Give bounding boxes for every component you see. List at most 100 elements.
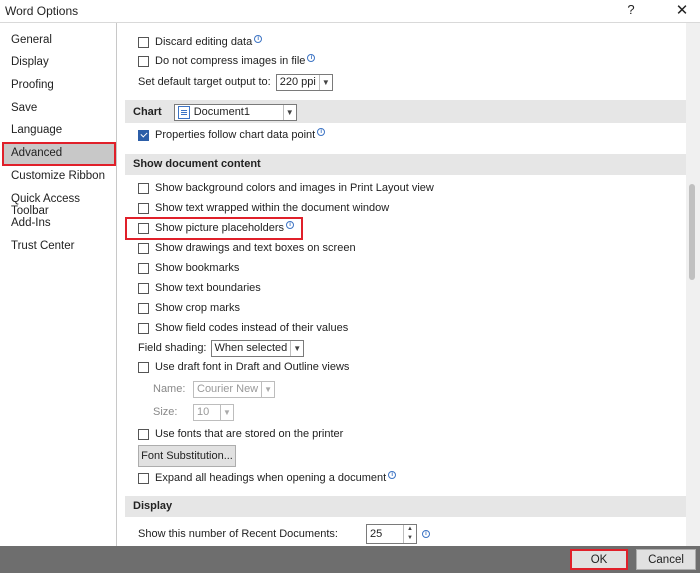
chevron-down-icon: ▼ — [318, 74, 332, 90]
show-crop-marks-label: Show crop marks — [155, 302, 240, 314]
draft-font-name-label: Name: — [153, 383, 186, 395]
sidebar-item-save[interactable]: Save — [3, 98, 115, 120]
window-title: Word Options — [5, 4, 79, 18]
show-drawings-option[interactable]: Show drawings and text boxes on screen — [138, 239, 356, 257]
recent-documents-spinner[interactable]: 25 ▲ ▼ — [366, 524, 417, 544]
properties-follow-label: Properties follow chart data point — [155, 129, 316, 141]
field-shading-label: Field shading: — [138, 342, 207, 354]
sidebar-item-display[interactable]: Display — [3, 52, 115, 74]
scrollbar-thumb[interactable] — [689, 184, 695, 280]
draft-font-name-value: Courier New — [197, 383, 259, 395]
show-bookmarks-checkbox[interactable] — [138, 262, 149, 274]
expand-headings-label: Expand all headings when opening a docum… — [155, 472, 387, 484]
draft-font-size-select[interactable]: 10 ▼ — [193, 403, 234, 421]
show-text-boundaries-option[interactable]: Show text boundaries — [138, 279, 261, 297]
spin-down-icon[interactable]: ▼ — [404, 534, 416, 543]
draft-font-size-row: Size: 10 ▼ — [153, 402, 234, 422]
show-background-colors-label: Show background colors and images in Pri… — [155, 182, 434, 194]
show-bookmarks-option[interactable]: Show bookmarks — [138, 259, 239, 277]
show-text-wrapped-label: Show text wrapped within the document wi… — [155, 202, 390, 214]
chevron-down-icon: ▼ — [282, 104, 296, 120]
default-output-select[interactable]: 220 ppi ▼ — [275, 73, 333, 91]
sidebar-item-trust-center[interactable]: Trust Center — [3, 236, 115, 258]
draft-font-name-select[interactable]: Courier New ▼ — [193, 380, 276, 398]
do-not-compress-option[interactable]: Do not compress images in file i — [138, 52, 316, 70]
help-button[interactable]: ? — [624, 2, 638, 17]
show-picture-placeholders-checkbox[interactable] — [138, 222, 149, 234]
show-crop-marks-option[interactable]: Show crop marks — [138, 299, 240, 317]
do-not-compress-checkbox[interactable] — [138, 55, 149, 67]
chart-section-header: Chart Document1 ▼ — [125, 100, 686, 123]
show-background-colors-option[interactable]: Show background colors and images in Pri… — [138, 179, 434, 197]
chart-document-value: Document1 — [193, 106, 250, 118]
sidebar-item-general[interactable]: General — [3, 30, 115, 52]
printer-fonts-checkbox[interactable] — [138, 428, 149, 440]
title-bar: Word Options ? ✕ — [0, 0, 700, 22]
info-icon: i — [286, 220, 295, 229]
show-text-wrapped-checkbox[interactable] — [138, 202, 149, 214]
expand-headings-checkbox[interactable] — [138, 472, 149, 484]
field-shading-select[interactable]: When selected ▼ — [210, 339, 305, 357]
show-text-boundaries-label: Show text boundaries — [155, 282, 261, 294]
show-picture-placeholders-label: Show picture placeholders — [155, 222, 285, 234]
dialog-footer: OK Cancel — [0, 546, 700, 573]
show-field-codes-checkbox[interactable] — [138, 322, 149, 334]
display-section-header: Display — [125, 496, 686, 517]
close-icon[interactable]: ✕ — [674, 1, 690, 19]
info-icon: i — [388, 470, 397, 479]
show-picture-placeholders-option[interactable]: Show picture placeholders i — [138, 219, 295, 237]
chart-section-label: Chart — [133, 106, 162, 118]
info-icon: i — [422, 530, 430, 538]
recent-documents-value[interactable]: 25 — [367, 525, 403, 543]
word-document-icon — [177, 105, 190, 119]
draft-font-name-row: Name: Courier New ▼ — [153, 379, 276, 399]
show-field-codes-option[interactable]: Show field codes instead of their values — [138, 319, 348, 337]
draft-font-option[interactable]: Use draft font in Draft and Outline view… — [138, 358, 349, 376]
chevron-down-icon: ▼ — [220, 404, 233, 420]
discard-editing-data-option[interactable]: Discard editing data i — [138, 33, 263, 51]
spinner-buttons: ▲ ▼ — [403, 525, 416, 543]
properties-follow-option[interactable]: Properties follow chart data point i — [138, 126, 326, 144]
draft-font-label: Use draft font in Draft and Outline view… — [155, 361, 350, 373]
info-icon: i — [254, 34, 263, 43]
show-document-content-header: Show document content — [125, 154, 686, 175]
vertical-scrollbar[interactable] — [686, 23, 700, 546]
printer-fonts-option[interactable]: Use fonts that are stored on the printer — [138, 425, 343, 443]
sidebar-item-quick-access-toolbar[interactable]: Quick Access Toolbar — [3, 189, 115, 217]
sidebar-item-customize-ribbon[interactable]: Customize Ribbon — [3, 166, 115, 188]
show-field-codes-label: Show field codes instead of their values — [155, 322, 349, 334]
field-shading-value: When selected — [214, 342, 288, 354]
field-shading-row: Field shading: When selected ▼ — [138, 338, 305, 358]
spin-up-icon[interactable]: ▲ — [404, 525, 416, 534]
show-text-boundaries-checkbox[interactable] — [138, 282, 149, 294]
properties-follow-checkbox[interactable] — [138, 129, 149, 141]
sidebar-item-add-ins[interactable]: Add-Ins — [3, 213, 115, 235]
printer-fonts-label: Use fonts that are stored on the printer — [155, 428, 344, 440]
show-drawings-label: Show drawings and text boxes on screen — [155, 242, 356, 254]
discard-editing-data-label: Discard editing data — [155, 36, 253, 48]
info-icon: i — [307, 53, 316, 62]
discard-editing-data-checkbox[interactable] — [138, 36, 149, 48]
default-output-value: 220 ppi — [279, 76, 316, 88]
recent-documents-row: Show this number of Recent Documents: 25… — [138, 523, 430, 545]
chart-document-select[interactable]: Document1 ▼ — [173, 103, 297, 121]
sidebar-item-language[interactable]: Language — [3, 120, 115, 142]
show-bookmarks-label: Show bookmarks — [155, 262, 240, 274]
sidebar-item-proofing[interactable]: Proofing — [3, 75, 115, 97]
show-crop-marks-checkbox[interactable] — [138, 302, 149, 314]
do-not-compress-label: Do not compress images in file — [155, 55, 306, 67]
expand-headings-option[interactable]: Expand all headings when opening a docum… — [138, 469, 397, 487]
ok-button[interactable]: OK — [570, 549, 628, 570]
options-content: Discard editing data i Do not compress i… — [118, 23, 686, 546]
cancel-button[interactable]: Cancel — [636, 549, 696, 570]
show-drawings-checkbox[interactable] — [138, 242, 149, 254]
chevron-down-icon: ▼ — [290, 340, 303, 356]
draft-font-checkbox[interactable] — [138, 361, 149, 373]
show-text-wrapped-option[interactable]: Show text wrapped within the document wi… — [138, 199, 389, 217]
default-output-row: Set default target output to: 220 ppi ▼ — [138, 72, 333, 92]
chevron-down-icon: ▼ — [261, 381, 274, 397]
font-substitution-button[interactable]: Font Substitution... — [138, 445, 236, 467]
show-background-colors-checkbox[interactable] — [138, 182, 149, 194]
font-substitution-row: Font Substitution... — [138, 445, 236, 467]
sidebar-item-advanced[interactable]: Advanced — [2, 142, 116, 166]
